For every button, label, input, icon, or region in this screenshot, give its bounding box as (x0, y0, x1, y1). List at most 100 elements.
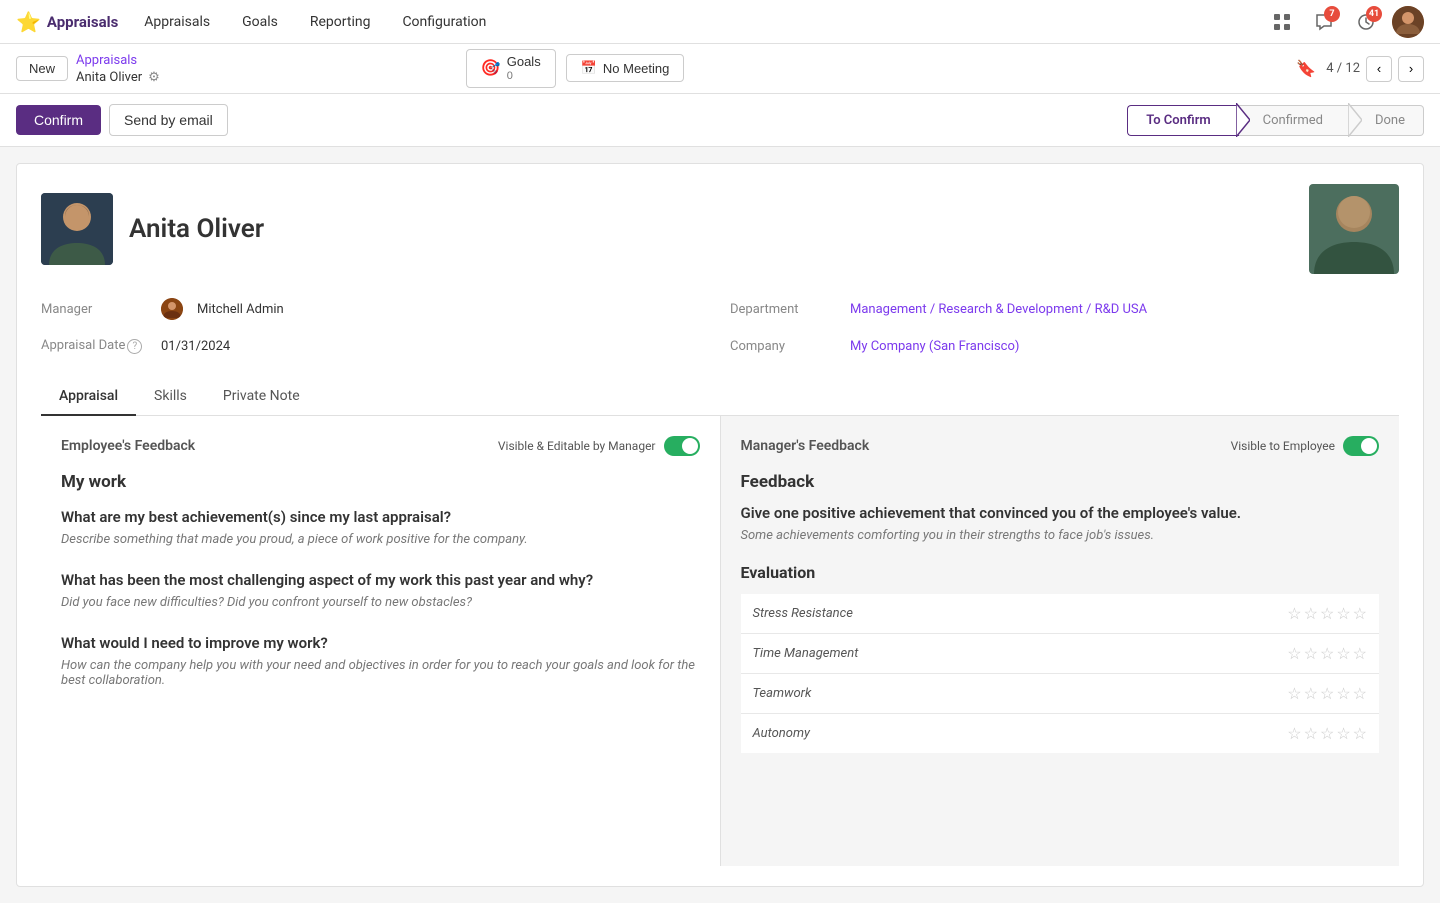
eval-autonomy-stars[interactable]: ☆ ☆ ☆ ☆ ☆ (1287, 724, 1367, 743)
eval-teamwork-stars[interactable]: ☆ ☆ ☆ ☆ ☆ (1287, 684, 1367, 703)
goals-count: 0 (507, 70, 513, 82)
goals-button[interactable]: 🎯 Goals 0 (466, 49, 556, 87)
record-position: 4 / 12 (1326, 61, 1360, 76)
main-content: Anita Oliver Manager Mitchell Admin (0, 147, 1440, 903)
eval-stress-stars[interactable]: ☆ ☆ ☆ ☆ ☆ (1287, 604, 1367, 623)
star-3[interactable]: ☆ (1320, 644, 1334, 663)
tab-skills[interactable]: Skills (136, 378, 205, 416)
star-4[interactable]: ☆ (1336, 684, 1350, 703)
appraisal-date-help-icon[interactable]: ? (127, 339, 142, 354)
chat-icon[interactable]: 7 (1308, 6, 1340, 38)
question-2-title: What has been the most challenging aspec… (61, 571, 700, 589)
eval-stress-resistance: Stress Resistance ☆ ☆ ☆ ☆ ☆ (741, 594, 1380, 634)
tabs: Appraisal Skills Private Note (41, 378, 1399, 416)
star-4[interactable]: ☆ (1336, 644, 1350, 663)
manager-feedback-title: Manager's Feedback (741, 438, 870, 454)
star-3[interactable]: ☆ (1320, 604, 1334, 623)
new-button[interactable]: New (16, 56, 68, 81)
breadcrumb-parent-link[interactable]: Appraisals (76, 53, 160, 68)
eval-time-stars[interactable]: ☆ ☆ ☆ ☆ ☆ (1287, 644, 1367, 663)
star-3[interactable]: ☆ (1320, 684, 1334, 703)
eval-autonomy: Autonomy ☆ ☆ ☆ ☆ ☆ (741, 714, 1380, 753)
action-bar: Confirm Send by email To Confirm Confirm… (0, 94, 1440, 147)
manager-feedback-toggle-container: Visible to Employee (1231, 436, 1379, 456)
status-confirmed[interactable]: Confirmed (1239, 105, 1351, 136)
employee-photo-right-img (1309, 184, 1399, 274)
app-name: Appraisals (47, 13, 118, 31)
next-record-button[interactable]: › (1398, 56, 1424, 82)
question-3-title: What would I need to improve my work? (61, 634, 700, 652)
status-to-confirm[interactable]: To Confirm (1127, 105, 1238, 136)
question-2: What has been the most challenging aspec… (61, 571, 700, 610)
feedback-hint: Some achievements comforting you in thei… (741, 528, 1380, 543)
nav-reporting[interactable]: Reporting (304, 10, 377, 34)
eval-teamwork: Teamwork ☆ ☆ ☆ ☆ ☆ (741, 674, 1380, 714)
star-4[interactable]: ☆ (1336, 724, 1350, 743)
star-1[interactable]: ☆ (1287, 604, 1301, 623)
question-3-hint: How can the company help you with your n… (61, 658, 700, 688)
eval-autonomy-label: Autonomy (753, 726, 810, 741)
star-1[interactable]: ☆ (1287, 644, 1301, 663)
prev-record-button[interactable]: ‹ (1366, 56, 1392, 82)
grid-icon[interactable] (1266, 6, 1298, 38)
star-2[interactable]: ☆ (1304, 644, 1318, 663)
breadcrumb-current: Anita Oliver ⚙ (76, 70, 160, 85)
department-value[interactable]: Management / Research & Development / R&… (850, 302, 1147, 317)
department-field: Department Management / Research & Devel… (730, 294, 1399, 324)
meeting-button[interactable]: 📅 No Meeting (566, 54, 685, 82)
status-done-label: Done (1375, 113, 1405, 128)
company-field: Company My Company (San Francisco) (730, 334, 1399, 358)
star-5[interactable]: ☆ (1353, 604, 1367, 623)
settings-gear-icon[interactable]: ⚙ (148, 70, 160, 85)
goals-target-icon: 🎯 (481, 58, 501, 78)
manager-feedback-panel: Manager's Feedback Visible to Employee F… (721, 416, 1400, 866)
appraisal-date-value: 01/31/2024 (161, 339, 230, 354)
manager-feedback-toggle[interactable] (1343, 436, 1379, 456)
manager-feedback-header: Manager's Feedback Visible to Employee (741, 436, 1380, 456)
star-4[interactable]: ☆ (1336, 604, 1350, 623)
confirm-button[interactable]: Confirm (16, 105, 101, 135)
department-label: Department (730, 302, 840, 317)
star-1[interactable]: ☆ (1287, 684, 1301, 703)
tab-appraisal[interactable]: Appraisal (41, 378, 136, 416)
employee-avatar-img (41, 193, 113, 265)
nav-goals[interactable]: Goals (236, 10, 284, 34)
app-logo: ⭐ Appraisals (16, 10, 118, 34)
status-confirmed-label: Confirmed (1263, 113, 1323, 128)
appraisal-date-label: Appraisal Date? (41, 338, 151, 354)
employee-feedback-toggle[interactable] (664, 436, 700, 456)
star-2[interactable]: ☆ (1304, 684, 1318, 703)
breadcrumb: Appraisals Anita Oliver ⚙ (76, 53, 160, 85)
activity-icon[interactable]: 41 (1350, 6, 1382, 38)
star-5[interactable]: ☆ (1353, 724, 1367, 743)
employee-feedback-header: Employee's Feedback Visible & Editable b… (61, 436, 700, 456)
goals-label: Goals (507, 55, 541, 69)
feedback-section-title: Feedback (741, 472, 1380, 492)
company-value[interactable]: My Company (San Francisco) (850, 339, 1019, 354)
star-2[interactable]: ☆ (1304, 604, 1318, 623)
company-label: Company (730, 339, 840, 354)
employee-photo-right (1309, 184, 1399, 274)
star-3[interactable]: ☆ (1320, 724, 1334, 743)
question-2-hint: Did you face new difficulties? Did you c… (61, 595, 700, 610)
bookmark-icon[interactable]: 🔖 (1296, 59, 1316, 78)
fields-grid: Manager Mitchell Admin Department Manage… (41, 294, 1399, 358)
user-avatar[interactable] (1392, 6, 1424, 38)
breadcrumb-bar: New Appraisals Anita Oliver ⚙ 🎯 Goals 0 … (0, 44, 1440, 94)
send-email-button[interactable]: Send by email (109, 104, 228, 136)
nav-appraisals[interactable]: Appraisals (138, 10, 216, 34)
star-2[interactable]: ☆ (1304, 724, 1318, 743)
logo-star-icon: ⭐ (16, 10, 41, 34)
tab-private-note[interactable]: Private Note (205, 378, 318, 416)
chat-badge: 7 (1324, 6, 1340, 22)
meeting-label: No Meeting (603, 61, 669, 76)
star-5[interactable]: ☆ (1353, 684, 1367, 703)
breadcrumb-center: 🎯 Goals 0 📅 No Meeting (466, 49, 685, 87)
question-1: What are my best achievement(s) since my… (61, 508, 700, 547)
star-5[interactable]: ☆ (1353, 644, 1367, 663)
manager-label: Manager (41, 302, 151, 317)
evaluation-table: Stress Resistance ☆ ☆ ☆ ☆ ☆ Time Managem… (741, 594, 1380, 753)
question-1-title: What are my best achievement(s) since my… (61, 508, 700, 526)
star-1[interactable]: ☆ (1287, 724, 1301, 743)
nav-configuration[interactable]: Configuration (396, 10, 492, 34)
